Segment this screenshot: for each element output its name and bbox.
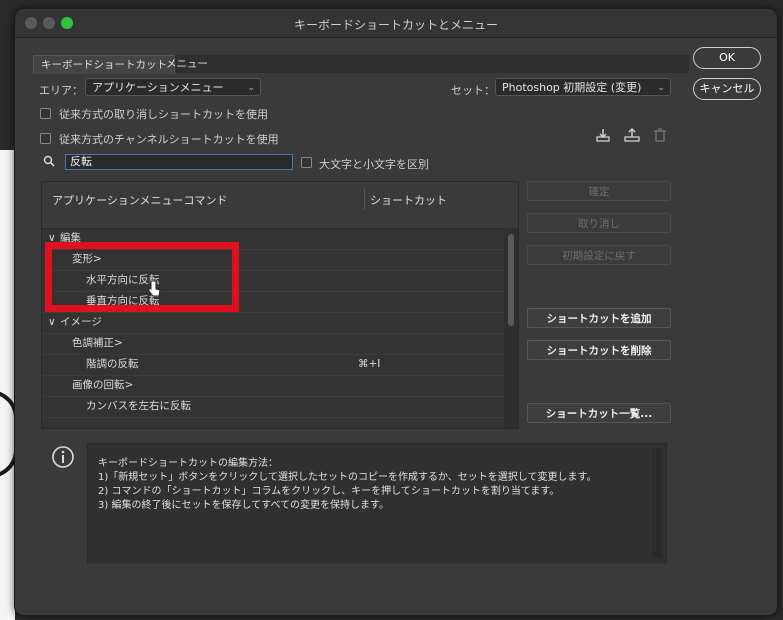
shortcuts-dialog: キーボードショートカットとメニュー キーボードショートカット メニュー エリア：… — [14, 8, 778, 616]
table-row[interactable]: 階調の反転 ⌘+I — [42, 354, 504, 376]
save-set-icon[interactable] — [595, 127, 611, 143]
accept-button[interactable]: 確定 — [527, 181, 671, 201]
search-icon — [43, 155, 55, 167]
row-label: 階調の反転 — [86, 358, 139, 370]
summarize-button[interactable]: ショートカット一覧... — [527, 403, 671, 423]
use-default-button[interactable]: 初期設定に戻す — [527, 245, 671, 265]
cancel-button[interactable]: キャンセル — [693, 78, 761, 100]
table-header: アプリケーションメニューコマンド ショートカット — [42, 182, 518, 229]
info-step: 3) 編集の終了後にセットを保存してすべての変更を保持します。 — [98, 500, 390, 511]
set-select-value: Photoshop 初期設定 (変更) — [502, 81, 642, 94]
search-input[interactable]: 反転 — [65, 154, 293, 170]
legacy-undo-label: 従来方式の取り消しショートカットを使用 — [59, 108, 268, 121]
area-select-value: アプリケーションメニュー — [92, 81, 224, 94]
row-label: イメージ — [60, 316, 102, 328]
legacy-channel-checkbox[interactable] — [40, 133, 51, 144]
info-heading: キーボードショートカットの編集方法： — [98, 458, 278, 469]
row-label: 色調補正> — [72, 337, 123, 349]
table-row[interactable]: 画像の回転> — [42, 375, 504, 397]
tab-keyboard-shortcuts[interactable]: キーボードショートカット — [33, 55, 175, 74]
undo-button[interactable]: 取り消し — [527, 213, 671, 233]
column-header-command: アプリケーションメニューコマンド — [52, 194, 228, 207]
set-label: セット： — [451, 84, 495, 97]
set-select[interactable]: Photoshop 初期設定 (変更) ⌄ — [495, 78, 671, 96]
info-step: 1)「新規セット」ボタンをクリックして選択したセットのコピーを作成するか、セット… — [98, 472, 597, 483]
area-select[interactable]: アプリケーションメニュー ⌄ — [85, 78, 261, 96]
highlight-box — [45, 242, 239, 312]
legacy-undo-checkbox[interactable] — [40, 108, 51, 119]
column-divider — [364, 188, 365, 210]
background-canvas — [0, 150, 15, 620]
area-label: エリア： — [39, 84, 83, 97]
row-label: 画像の回転> — [72, 379, 134, 391]
window-title: キーボードショートカットとメニュー — [293, 18, 498, 32]
chevron-down-icon[interactable]: ∨ — [48, 312, 56, 333]
new-set-icon[interactable] — [623, 127, 641, 143]
column-header-shortcut: ショートカット — [370, 194, 447, 207]
ok-button[interactable]: OK — [693, 47, 761, 69]
legacy-channel-label: 従来方式のチャンネルショートカットを使用 — [59, 133, 279, 146]
row-shortcut[interactable]: ⌘+I — [358, 354, 380, 375]
delete-shortcut-button[interactable]: ショートカットを削除 — [527, 340, 671, 360]
table-row[interactable]: ∨ イメージ — [42, 312, 504, 334]
info-panel: キーボードショートカットの編集方法： 1)「新規セット」ボタンをクリックして選択… — [87, 443, 667, 563]
case-sensitive-checkbox[interactable] — [301, 157, 312, 168]
info-step: 2) コマンドの「ショートカット」コラムをクリックし、キーを押してショートカット… — [98, 486, 560, 497]
chevron-down-icon: ⌄ — [247, 83, 255, 93]
trash-icon[interactable] — [653, 127, 667, 143]
row-label: カンバスを左右に反転 — [86, 400, 191, 412]
table-row[interactable]: 色調補正> — [42, 333, 504, 355]
chevron-down-icon: ⌄ — [657, 83, 665, 93]
info-icon — [52, 446, 74, 468]
scrollbar-thumb[interactable] — [508, 234, 514, 326]
tab-menus[interactable]: メニュー — [159, 55, 215, 73]
case-sensitive-label: 大文字と小文字を区別 — [319, 158, 429, 171]
info-scrollbar[interactable] — [652, 448, 662, 558]
table-scrollbar[interactable] — [504, 228, 518, 428]
title-bar: キーボードショートカットとメニュー — [15, 9, 777, 38]
add-shortcut-button[interactable]: ショートカットを追加 — [527, 308, 671, 328]
table-row[interactable] — [42, 417, 504, 428]
table-row[interactable]: カンバスを左右に反転 — [42, 396, 504, 418]
